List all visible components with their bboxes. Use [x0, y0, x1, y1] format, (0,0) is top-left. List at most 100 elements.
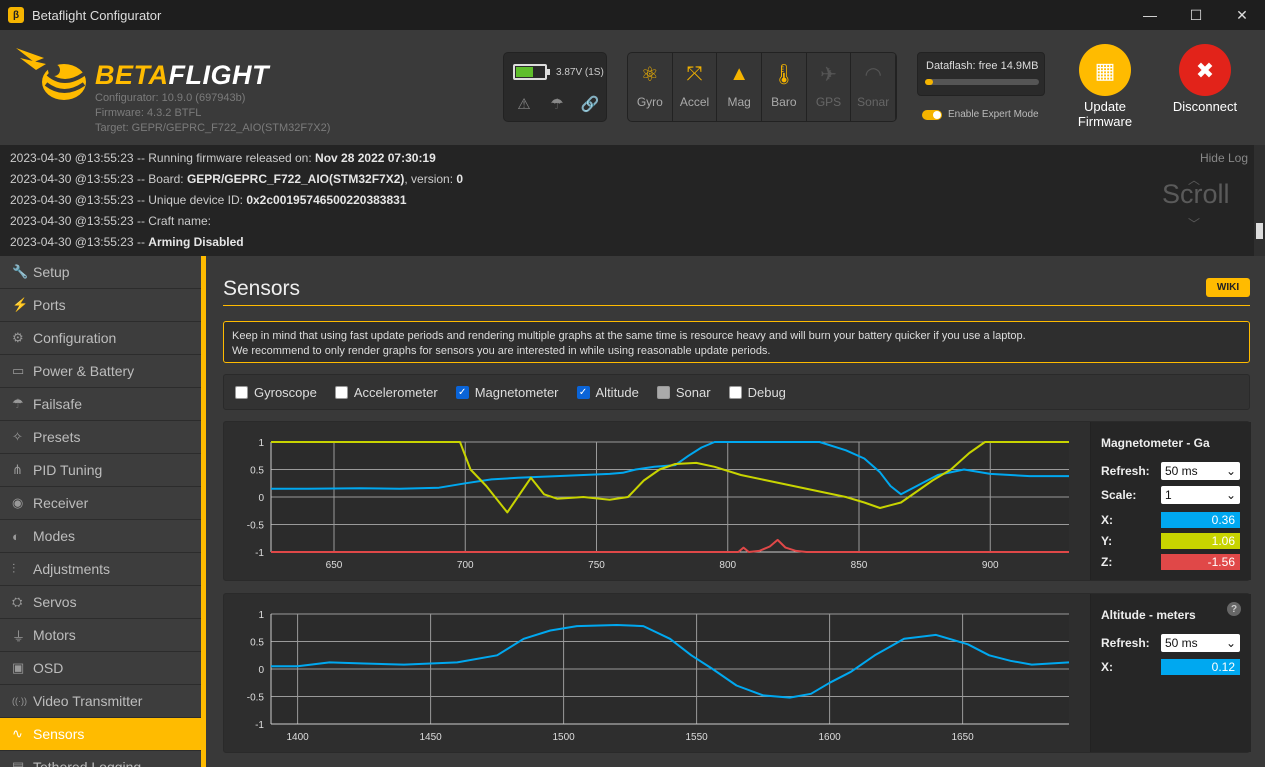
chip-icon: ▦	[1079, 44, 1131, 96]
checkbox-accelerometer[interactable]: Accelerometer	[334, 385, 438, 400]
checkbox-box[interactable]: ✓	[576, 385, 590, 399]
minimize-button[interactable]: —	[1127, 0, 1173, 30]
magnetometer-title: Magnetometer - Ga	[1101, 436, 1210, 450]
chevron-down-icon: ⌄	[1225, 488, 1236, 502]
dataflash-status: Dataflash: free 14.9MB	[917, 52, 1045, 96]
x-tick-label: 1650	[951, 732, 974, 743]
log-icon: ▤	[12, 759, 25, 767]
x-tick-label: 750	[588, 560, 605, 571]
sidebar-item-receiver[interactable]: ◉ Receiver	[0, 487, 201, 520]
checkbox-box[interactable]	[334, 385, 348, 399]
target-board: Target: GEPR/GEPRC_F722_AIO(STM32F7X2)	[95, 122, 331, 134]
checkbox-box[interactable]	[235, 385, 248, 399]
update-firmware-button[interactable]: ▦ Update Firmware	[1060, 44, 1150, 129]
brand-wordmark: BETAFLIGHT	[95, 60, 269, 90]
sidebar-item-pid-tuning[interactable]: ⋔ PID Tuning	[0, 454, 201, 487]
wand-icon: ✧	[12, 429, 23, 444]
altitude-chart: 1 0.5 0 -0.5 -1 1400 1450 1500 1550 1600 1650	[247, 610, 1070, 743]
sidebar-item-tethered-logging[interactable]: ▤ Tethered Logging	[0, 751, 201, 767]
gyro-icon: ⚛	[640, 63, 659, 86]
page-title: Sensors	[223, 277, 301, 300]
performance-note: Keep in mind that using fast update peri…	[223, 321, 1250, 363]
sensor-sonar: ◠ Sonar	[851, 53, 896, 121]
y-tick-label: 0	[258, 493, 264, 504]
x-tick-label: 1500	[552, 732, 575, 743]
log-line: 2023-04-30 @13:55:23 -- Craft name:	[10, 214, 211, 228]
mag-x-value: 0.36	[1161, 512, 1240, 528]
log-line: 2023-04-30 @13:55:23 -- Unique device ID…	[10, 193, 407, 207]
bee-logo-icon	[16, 48, 86, 100]
sidebar-item-configuration[interactable]: ⚙ Configuration	[0, 322, 201, 355]
wrench-icon: 🔧	[12, 264, 29, 279]
x-tick-label: 650	[326, 560, 343, 571]
gear-icon: ⚙	[12, 330, 24, 345]
battery-status: 3.87V (1S) ⚠ ☂ 🔗	[503, 52, 607, 122]
sidebar-item-motors[interactable]: ⏚ Motors	[0, 619, 201, 652]
checkbox-sonar: Sonar	[656, 385, 711, 400]
magnetometer-controls: Magnetometer - Ga Refresh: 50 ms ⌄ Scale:…	[1090, 422, 1251, 580]
dataflash-bar	[925, 79, 1039, 85]
sidebar-item-failsafe[interactable]: ☂ Failsafe	[0, 388, 201, 421]
expert-mode-toggle[interactable]: Enable Expert Mode	[922, 109, 1039, 120]
sensor-checkboxes: Gyroscope Accelerometer ✓ Magnetometer ✓ Alti…	[223, 374, 1250, 410]
sidebar-item-adjustments[interactable]: ⫶ Adjustments	[0, 553, 201, 586]
baro-icon: 🌡	[771, 63, 797, 86]
checkbox-altitude[interactable]: ✓ Altitude	[576, 385, 639, 400]
checkbox-magnetometer[interactable]: ✓ Magnetometer	[455, 385, 559, 400]
checkbox-box[interactable]	[728, 385, 742, 399]
sidebar-item-setup[interactable]: 🔧 Setup	[0, 256, 201, 289]
chevron-down-icon: ⌄	[1225, 636, 1236, 650]
sidebar-item-modes[interactable]: ◐ Modes	[0, 520, 201, 553]
sidebar-item-presets[interactable]: ✧ Presets	[0, 421, 201, 454]
battery-icon	[513, 64, 550, 80]
parachute-icon: ☂	[12, 396, 24, 411]
sensor-baro: 🌡 Baro	[762, 53, 807, 121]
x-tick-label: 850	[851, 560, 868, 571]
usb-disconnect-icon: ✖	[1179, 44, 1231, 96]
sidebar-item-video-transmitter[interactable]: ((·)) Video Transmitter	[0, 685, 201, 718]
help-icon[interactable]: ?	[1227, 602, 1241, 616]
expert-mode-switch[interactable]	[922, 109, 942, 120]
sidebar-item-power-battery[interactable]: ▭ Power & Battery	[0, 355, 201, 388]
servo-icon: ⛭	[12, 594, 23, 609]
log-panel: 2023-04-30 @13:55:23 -- Running firmware…	[0, 145, 1265, 256]
y-tick-label: 1	[258, 438, 264, 449]
sidebar-item-osd[interactable]: ▣ OSD	[0, 652, 201, 685]
x-tick-label: 1600	[818, 732, 841, 743]
checkbox-box[interactable]: ✓	[455, 385, 469, 399]
y-tick-label: 1	[258, 610, 264, 621]
firmware-version: Firmware: 4.3.2 BTFL	[95, 107, 202, 119]
chevron-down-icon: ⌄	[1225, 464, 1236, 478]
sidebar-item-sensors[interactable]: ∿ Sensors	[0, 718, 201, 751]
mag-scale-select[interactable]: 1 ⌄	[1161, 486, 1240, 504]
sidebar-item-ports[interactable]: ⚡ Ports	[0, 289, 201, 322]
wiki-button[interactable]: WIKI	[1206, 278, 1250, 297]
y-tick-label: -0.5	[247, 693, 265, 704]
log-line: 2023-04-30 @13:55:23 -- Board: GEPR/GEPR…	[10, 172, 464, 186]
sensor-status-bar: ⚛ Gyro ⤧ Accel ▲ Mag 🌡 Baro ✈ GPS ◠ Sonar	[627, 52, 897, 122]
y-tick-label: 0.5	[250, 638, 264, 649]
checkbox-box	[656, 385, 670, 399]
mag-refresh-select[interactable]: 50 ms ⌄	[1161, 462, 1240, 480]
sliders-icon: ⫶	[12, 561, 16, 576]
altitude-graph-panel: 1 0.5 0 -0.5 -1 1400 1450 1500 1550 1600 1650 Alti…	[223, 593, 1251, 753]
failsafe-icon: ☂	[550, 96, 564, 113]
checkbox-gyroscope[interactable]: Gyroscope	[235, 385, 317, 400]
magnetometer-graph-panel: 1 0.5 0 -0.5 -1 650 700 750 800 850 900 Magnetomet…	[223, 421, 1251, 581]
accel-icon: ⤧	[686, 62, 703, 85]
link-icon: 🔗	[580, 96, 600, 113]
maximize-button[interactable]: ☐	[1173, 0, 1219, 30]
gps-icon: ✈	[820, 63, 837, 86]
mag-z-value: -1.56	[1161, 554, 1240, 570]
alt-refresh-select[interactable]: 50 ms ⌄	[1161, 634, 1240, 652]
close-button[interactable]: ✕	[1219, 0, 1265, 30]
sidebar-item-servos[interactable]: ⛭ Servos	[0, 586, 201, 619]
battery-icon: ▭	[12, 363, 25, 378]
sensor-mag: ▲ Mag	[717, 53, 763, 121]
y-tick-label: -1	[255, 720, 264, 731]
hide-log-link[interactable]: Hide Log	[1200, 151, 1248, 165]
altitude-title: Altitude - meters	[1101, 608, 1196, 622]
checkbox-debug[interactable]: Debug	[728, 385, 786, 400]
log-scrollbar[interactable]	[1254, 145, 1265, 256]
disconnect-button[interactable]: ✖ Disconnect	[1160, 44, 1250, 114]
